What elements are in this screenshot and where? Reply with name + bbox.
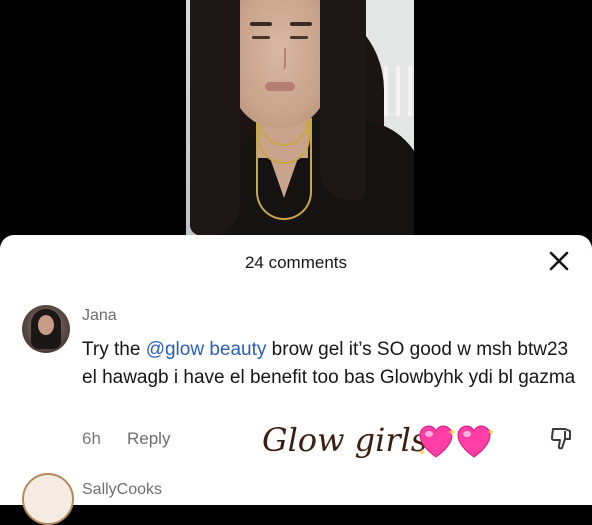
person-hair-left bbox=[190, 0, 240, 235]
person-face bbox=[232, 0, 328, 128]
comment-timestamp: 6h bbox=[82, 429, 101, 448]
brow bbox=[290, 22, 312, 26]
thumbs-down-icon bbox=[550, 428, 571, 450]
lips bbox=[265, 82, 295, 91]
reply-button[interactable]: Reply bbox=[127, 429, 170, 449]
eye bbox=[290, 36, 308, 39]
nose bbox=[276, 48, 286, 70]
close-button[interactable] bbox=[548, 250, 570, 272]
mention-link[interactable]: @glow beauty bbox=[146, 339, 267, 360]
eye bbox=[252, 36, 270, 39]
comment-text-prefix: Try the bbox=[82, 339, 146, 360]
sparkling-heart-emoji bbox=[419, 425, 494, 458]
video-player[interactable] bbox=[0, 0, 592, 245]
necklace bbox=[256, 118, 312, 220]
avatar[interactable] bbox=[22, 473, 74, 525]
video-frame[interactable] bbox=[186, 0, 414, 245]
close-icon bbox=[549, 251, 569, 271]
comment-text: Try the @glow beauty brow gel it’s SO go… bbox=[82, 336, 582, 392]
brow bbox=[250, 22, 272, 26]
avatar[interactable] bbox=[22, 305, 70, 353]
comment-username[interactable]: SallyCooks bbox=[82, 481, 162, 499]
comments-sheet: 24 comments Jana Try the @glow beauty br… bbox=[0, 235, 592, 525]
overlay-caption: Glow girls bbox=[262, 421, 428, 459]
comments-count-title: 24 comments bbox=[244, 253, 348, 272]
comment-username[interactable]: Jana bbox=[82, 307, 117, 325]
dislike-button[interactable] bbox=[549, 426, 575, 452]
person-hair-right bbox=[320, 0, 366, 200]
